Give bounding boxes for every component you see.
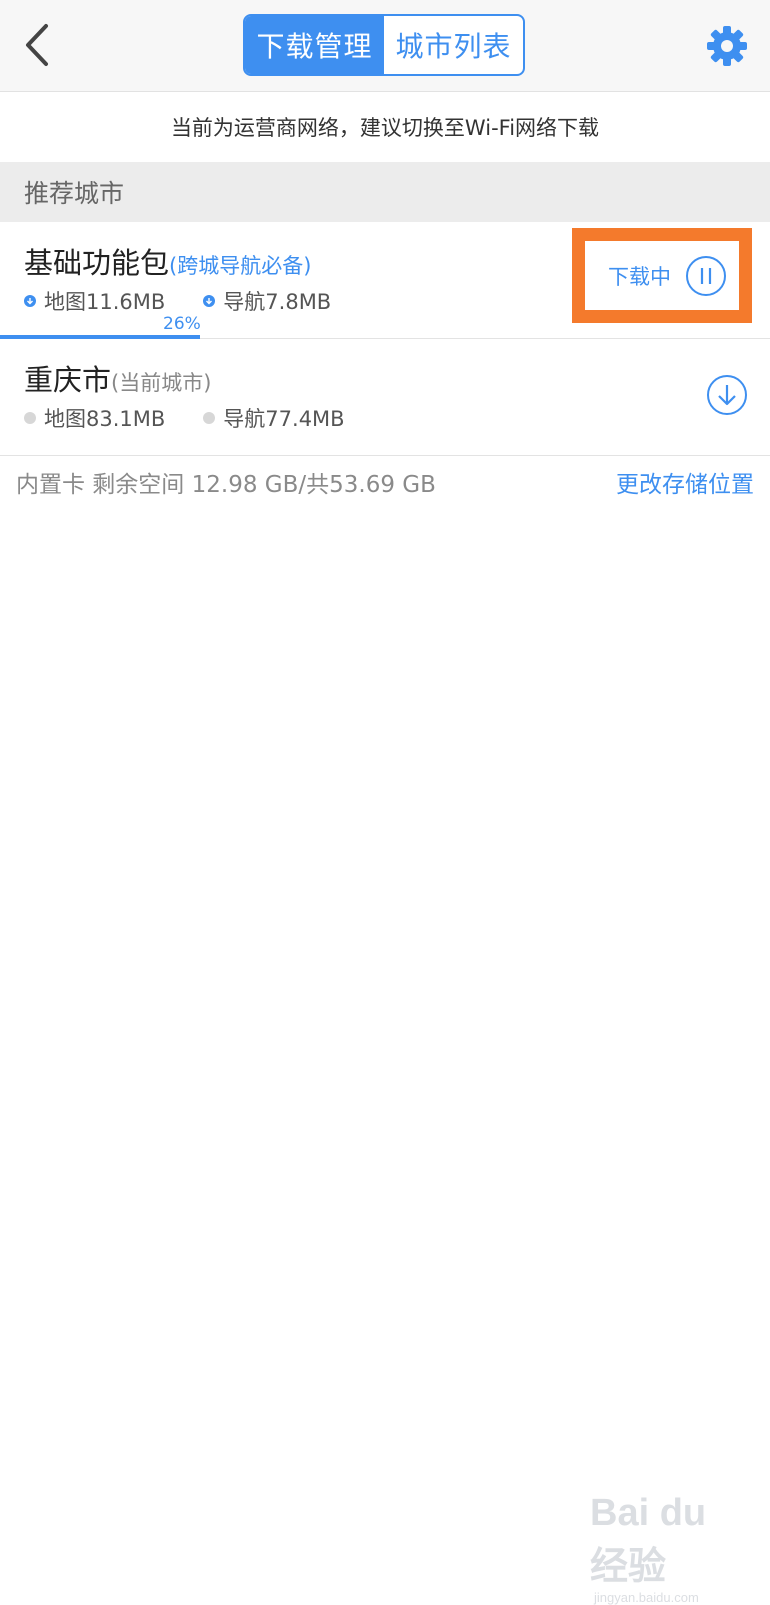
item-title: 基础功能包(跨城导航必备): [24, 240, 311, 282]
download-small-icon: [24, 295, 36, 307]
download-button[interactable]: [705, 373, 749, 417]
chevron-left-icon: [26, 24, 48, 66]
item-subtitle: (跨城导航必备): [169, 254, 312, 278]
list-item[interactable]: 基础功能包(跨城导航必备) 地图11.6MB 导航7.8MB 26% 下载中: [0, 222, 770, 339]
tab-download-manage[interactable]: 下载管理: [245, 16, 384, 74]
item-meta: 地图11.6MB 导航7.8MB: [24, 286, 369, 316]
map-size: 地图83.1MB: [24, 403, 165, 433]
nav-size: 导航7.8MB: [203, 286, 331, 316]
segmented-control: 下载管理 城市列表: [243, 14, 525, 76]
back-button[interactable]: [18, 20, 62, 70]
dot-icon: [203, 412, 216, 424]
watermark-sub: jingyan.baidu.com: [594, 1590, 699, 1605]
section-header: 推荐城市: [0, 162, 770, 222]
item-title-text: 重庆市: [24, 363, 112, 397]
storage-info: 内置卡 剩余空间 12.98 GB/共53.69 GB: [16, 472, 436, 498]
dot-icon: [24, 412, 36, 424]
pause-icon[interactable]: [685, 255, 727, 297]
nav-size: 导航77.4MB: [203, 403, 345, 433]
download-icon: [707, 375, 747, 415]
tab-city-list[interactable]: 城市列表: [384, 16, 523, 74]
network-warning-banner: 当前为运营商网络，建议切换至Wi-Fi网络下载: [0, 92, 770, 162]
item-title: 重庆市(当前城市): [24, 357, 211, 399]
watermark-logo: Bai du 经验 jingyan.baidu.com: [590, 1492, 750, 1605]
storage-bar: 内置卡 剩余空间 12.98 GB/共53.69 GB 更改存储位置: [0, 456, 770, 508]
list-item[interactable]: 重庆市(当前城市) 地图83.1MB 导航77.4MB: [0, 339, 770, 456]
change-storage-link[interactable]: 更改存储位置: [616, 465, 754, 499]
download-status-label: 下载中: [608, 264, 671, 289]
top-bar: 下载管理 城市列表: [0, 0, 770, 92]
watermark-main: Bai du 经验: [590, 1492, 707, 1588]
item-title-text: 基础功能包: [24, 246, 170, 280]
download-small-icon: [203, 295, 216, 307]
gear-icon: [707, 26, 747, 66]
download-status-highlight[interactable]: 下载中: [572, 228, 752, 323]
item-subtitle: (当前城市): [111, 371, 212, 395]
item-meta: 地图83.1MB 导航77.4MB: [24, 403, 383, 433]
settings-button[interactable]: [705, 24, 749, 68]
map-size: 地图11.6MB: [24, 286, 165, 316]
progress-percent: 26%: [163, 314, 201, 334]
